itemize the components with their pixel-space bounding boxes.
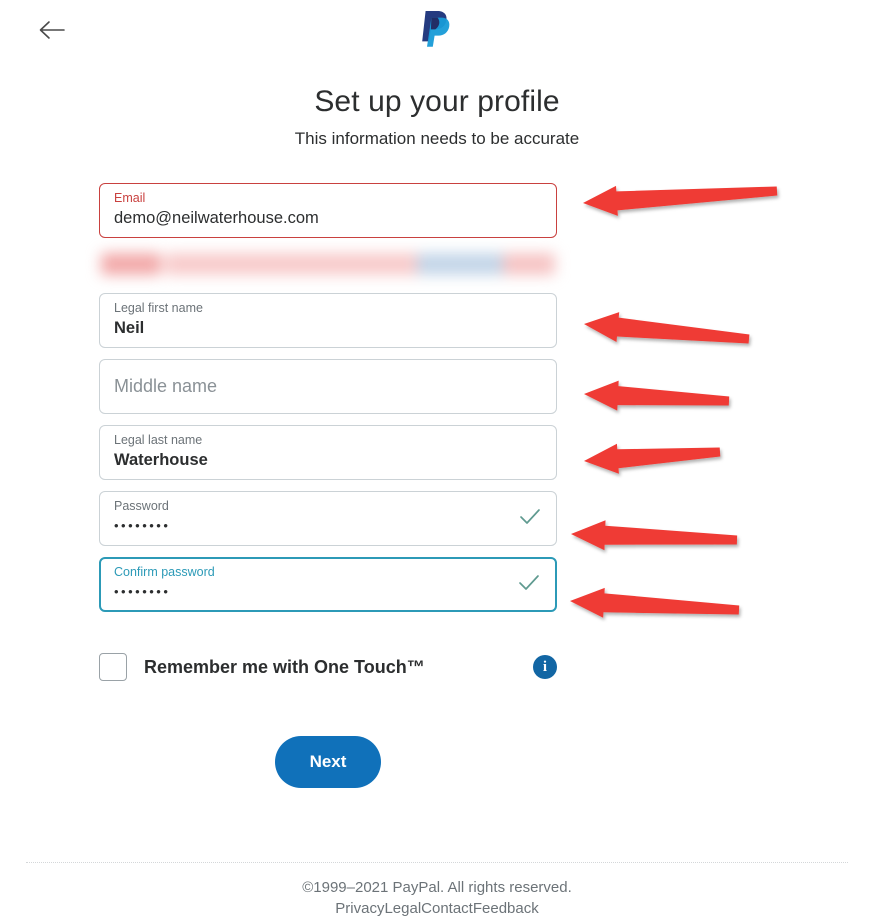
- footer-copyright: ©1999–2021 PayPal. All rights reserved.: [302, 879, 572, 896]
- footer-link-privacy[interactable]: Privacy: [335, 900, 384, 917]
- last-name-field-value: Waterhouse: [114, 451, 208, 469]
- redaction-segment: [503, 253, 555, 275]
- arrow-to-first-name-field: [584, 312, 750, 344]
- check-icon: [518, 573, 540, 596]
- password-field-value: ••••••••: [114, 518, 171, 533]
- paypal-logo: [0, 8, 874, 50]
- confirm-password-field[interactable]: Confirm password ••••••••: [99, 557, 557, 612]
- email-error-message-redacted: [99, 249, 557, 281]
- page-subtitle: This information needs to be accurate: [294, 129, 580, 148]
- footer-links: PrivacyLegalContactFeedback: [26, 900, 848, 917]
- last-name-field[interactable]: Legal last name Waterhouse: [99, 425, 557, 480]
- first-name-field-value: Neil: [114, 319, 145, 337]
- redaction-segment: [101, 253, 161, 275]
- email-field[interactable]: Email demo@neilwaterhouse.com: [99, 183, 557, 238]
- password-field-label: Password: [114, 499, 169, 513]
- check-icon: [519, 507, 541, 530]
- confirm-password-field-value: ••••••••: [114, 584, 171, 599]
- arrow-to-last-name-field: [584, 443, 721, 474]
- arrow-to-confirm-password-field: [570, 587, 740, 618]
- last-name-field-label: Legal last name: [114, 433, 203, 447]
- info-icon[interactable]: i: [533, 655, 557, 679]
- profile-form: Email demo@neilwaterhouse.com Legal firs…: [99, 183, 557, 623]
- password-field[interactable]: Password ••••••••: [99, 491, 557, 546]
- arrow-to-password-field: [571, 520, 738, 551]
- footer: ©1999–2021 PayPal. All rights reserved. …: [26, 862, 848, 917]
- page-title: Set up your profile: [314, 85, 560, 118]
- footer-link-legal[interactable]: Legal: [384, 900, 421, 917]
- remember-me-row: Remember me with One Touch™ i: [99, 653, 557, 681]
- middle-name-field[interactable]: Middle name: [99, 359, 557, 414]
- arrow-to-middle-name-field: [584, 380, 730, 411]
- middle-name-field-placeholder: Middle name: [114, 376, 218, 396]
- email-field-value: demo@neilwaterhouse.com: [114, 209, 319, 227]
- remember-me-label[interactable]: Remember me with One Touch™: [144, 657, 425, 678]
- arrow-to-email-field: [583, 185, 778, 216]
- first-name-field[interactable]: Legal first name Neil: [99, 293, 557, 348]
- email-field-label: Email: [114, 191, 146, 205]
- confirm-password-field-label: Confirm password: [114, 565, 215, 579]
- footer-link-contact[interactable]: Contact: [421, 900, 473, 917]
- redaction-segment: [417, 253, 509, 275]
- next-button[interactable]: Next: [275, 736, 381, 788]
- footer-link-feedback[interactable]: Feedback: [473, 900, 539, 917]
- first-name-field-label: Legal first name: [114, 301, 203, 315]
- remember-me-checkbox[interactable]: [99, 653, 127, 681]
